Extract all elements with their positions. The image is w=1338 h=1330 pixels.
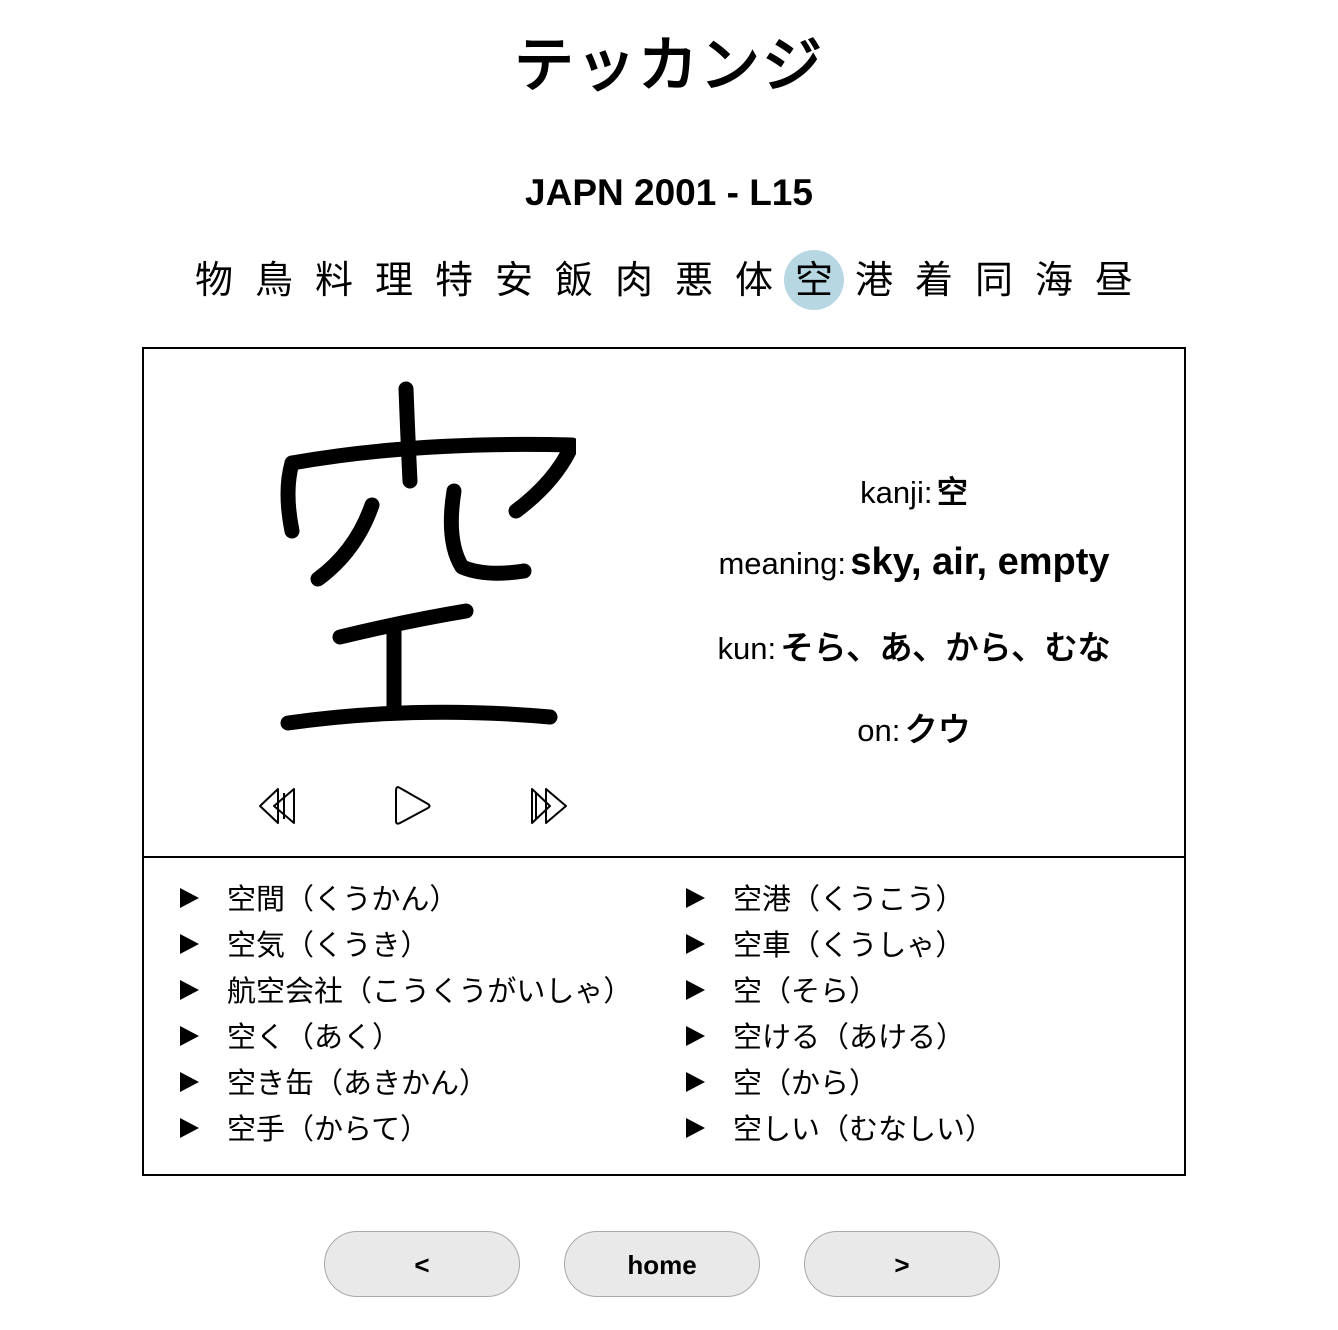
disclosure-triangle-icon — [180, 1118, 199, 1138]
vocab-text: 空港（くうこう） — [733, 882, 965, 916]
kanji-nav-item[interactable]: 特 — [424, 250, 484, 310]
disclosure-triangle-icon — [686, 934, 705, 954]
on-value: クウ — [904, 711, 971, 748]
home-button[interactable]: home — [564, 1231, 760, 1297]
on-row: on: クウ — [684, 703, 1144, 751]
vocab-text: 空間（くうかん） — [227, 882, 459, 916]
prev-button[interactable]: < — [324, 1231, 520, 1297]
kanji-nav-item[interactable]: 肉 — [604, 250, 664, 310]
page: テッカンジ JAPN 2001 - L15 物 鳥 料 理 特 安 飯 肉 悪 … — [0, 0, 1338, 1330]
next-button[interactable]: > — [804, 1231, 1000, 1297]
vocab-item[interactable]: 空間（くうかん） — [180, 879, 458, 919]
kanji-nav-item[interactable]: 安 — [484, 250, 544, 310]
vocab-list: 空間（くうかん） 空気（くうき） 航空会社（こうくうがいしゃ） 空く（あく） 空… — [144, 879, 1184, 1169]
vocab-item[interactable]: 空き缶（あきかん） — [180, 1063, 488, 1103]
disclosure-triangle-icon — [180, 934, 199, 954]
kanji-nav-item[interactable]: 海 — [1024, 250, 1084, 310]
disclosure-triangle-icon — [686, 1026, 705, 1046]
vocab-item[interactable]: 航空会社（こうくうがいしゃ） — [180, 971, 632, 1011]
kun-label: kun: — [717, 631, 777, 666]
kanji-label: kanji: — [860, 475, 933, 510]
on-label: on: — [857, 713, 901, 748]
kanji-nav-item[interactable]: 鳥 — [244, 250, 304, 310]
kanji-nav-item[interactable]: 着 — [904, 250, 964, 310]
kun-value: そら、あ、から、むな — [780, 629, 1111, 666]
vocab-item[interactable]: 空（そら） — [686, 971, 878, 1011]
kanji-nav: 物 鳥 料 理 特 安 飯 肉 悪 体 空 港 着 同 海 昼 — [184, 250, 1144, 310]
disclosure-triangle-icon — [180, 888, 199, 908]
rewind-icon[interactable] — [254, 781, 304, 831]
kanji-value: 空 — [936, 475, 968, 510]
vocab-item[interactable]: 空港（くうこう） — [686, 879, 964, 919]
vocab-text: 空く（あく） — [227, 1020, 402, 1054]
kanji-nav-item[interactable]: 物 — [184, 250, 244, 310]
vocab-text: 空（から） — [733, 1066, 879, 1100]
kanji-row: kanji: 空 — [684, 467, 1144, 512]
vocab-item[interactable]: 空車（くうしゃ） — [686, 925, 964, 965]
disclosure-triangle-icon — [180, 980, 199, 1000]
stroke-controls — [254, 781, 584, 831]
disclosure-triangle-icon — [686, 1072, 705, 1092]
kanji-detail-panel: kanji: 空 meaning: sky, air, empty kun: そ… — [144, 349, 1184, 856]
meaning-row: meaning: sky, air, empty — [684, 541, 1144, 584]
disclosure-triangle-icon — [686, 980, 705, 1000]
vocab-text: 空ける（あける） — [733, 1020, 966, 1054]
fast-forward-icon[interactable] — [522, 781, 572, 831]
kun-row: kun: そら、あ、から、むな — [684, 621, 1144, 669]
card-divider — [144, 856, 1184, 858]
vocab-item[interactable]: 空（から） — [686, 1063, 878, 1103]
vocab-text: 空車（くうしゃ） — [733, 928, 965, 962]
kanji-nav-item[interactable]: 同 — [964, 250, 1024, 310]
kanji-nav-item[interactable]: 料 — [304, 250, 364, 310]
meaning-value: sky, air, empty — [850, 541, 1110, 583]
vocab-item[interactable]: 空気（くうき） — [180, 925, 429, 965]
vocab-text: 航空会社（こうくうがいしゃ） — [227, 974, 633, 1008]
disclosure-triangle-icon — [686, 888, 705, 908]
kanji-nav-item[interactable]: 港 — [844, 250, 904, 310]
play-icon[interactable] — [388, 781, 438, 831]
kanji-nav-item-active[interactable]: 空 — [784, 250, 844, 310]
kanji-nav-item[interactable]: 昼 — [1084, 250, 1144, 310]
vocab-item[interactable]: 空く（あく） — [180, 1017, 401, 1057]
kanji-nav-item[interactable]: 体 — [724, 250, 784, 310]
vocab-text: 空手（からて） — [227, 1112, 430, 1146]
vocab-item[interactable]: 空ける（あける） — [686, 1017, 965, 1057]
vocab-text: 空（そら） — [733, 974, 879, 1008]
vocab-text: 空気（くうき） — [227, 928, 430, 962]
vocab-item[interactable]: 空手（からて） — [180, 1109, 429, 1149]
meaning-label: meaning: — [718, 546, 846, 581]
vocab-item[interactable]: 空しい（むなしい） — [686, 1109, 994, 1149]
vocab-text: 空き缶（あきかん） — [227, 1066, 489, 1100]
disclosure-triangle-icon — [686, 1118, 705, 1138]
kanji-nav-item[interactable]: 理 — [364, 250, 424, 310]
kanji-nav-item[interactable]: 悪 — [664, 250, 724, 310]
disclosure-triangle-icon — [180, 1026, 199, 1046]
vocab-text: 空しい（むなしい） — [733, 1112, 995, 1146]
kanji-nav-item[interactable]: 飯 — [544, 250, 604, 310]
kanji-card: kanji: 空 meaning: sky, air, empty kun: そ… — [142, 347, 1186, 1176]
lesson-title: JAPN 2001 - L15 — [525, 172, 813, 213]
kanji-stroke-drawing — [280, 381, 576, 731]
disclosure-triangle-icon — [180, 1072, 199, 1092]
app-title: テッカンジ — [514, 31, 824, 101]
